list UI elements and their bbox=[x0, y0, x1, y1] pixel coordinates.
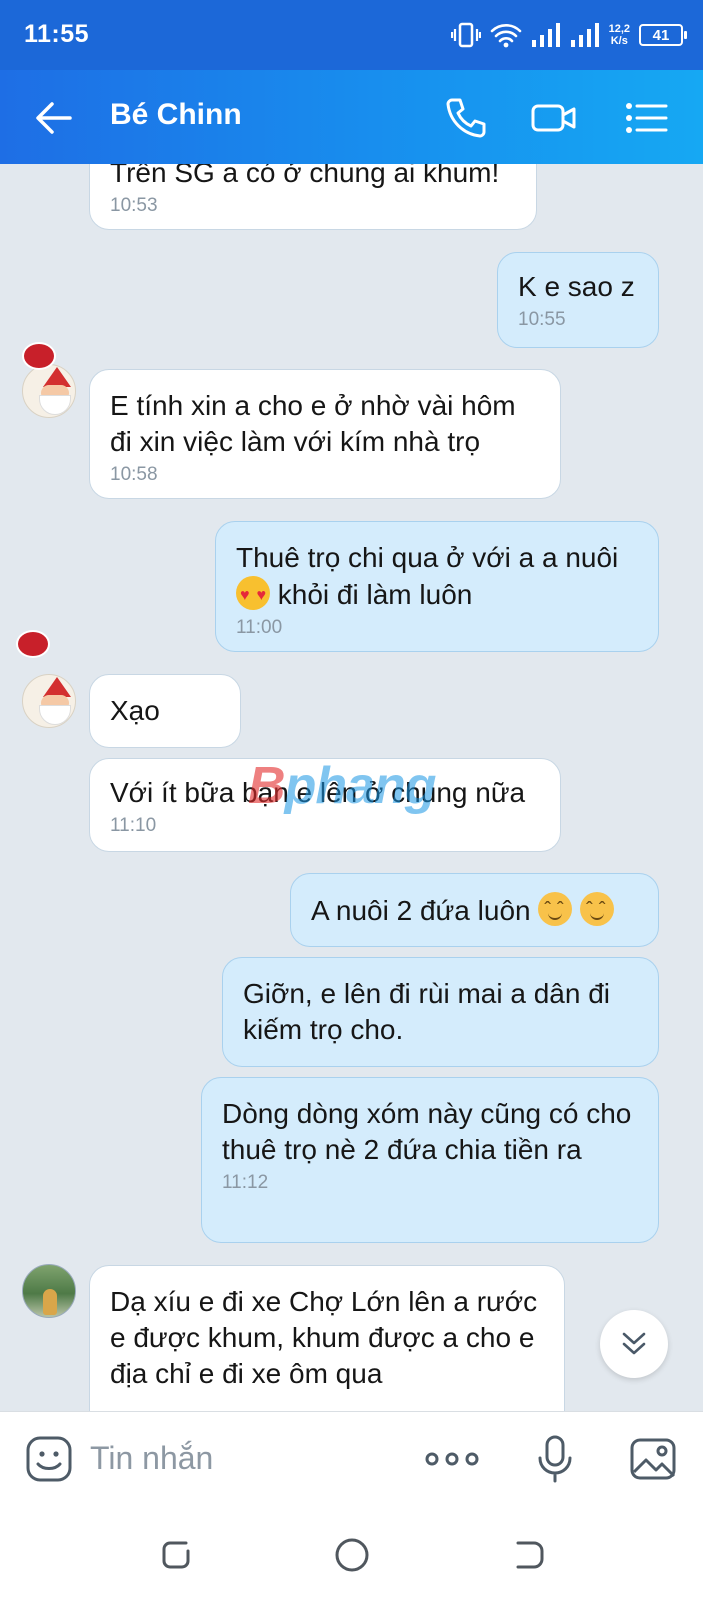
blush-emoji-icon bbox=[538, 892, 573, 928]
image-gallery-icon[interactable] bbox=[628, 1434, 678, 1484]
message-input[interactable]: Tin nhắn bbox=[90, 1440, 213, 1477]
contact-avatar[interactable] bbox=[22, 1264, 76, 1318]
scroll-to-bottom-button[interactable] bbox=[600, 1310, 668, 1378]
microphone-icon[interactable] bbox=[530, 1434, 580, 1484]
sticker-emoji-icon[interactable] bbox=[24, 1434, 74, 1484]
watermark-logo: Bphang bbox=[248, 757, 437, 815]
status-icons: 12,2 K/s 41 bbox=[450, 18, 687, 52]
christmas-badge-icon bbox=[16, 630, 50, 658]
blush-emoji-icon bbox=[580, 892, 615, 928]
message-outgoing[interactable]: K e sao z 10:55 bbox=[497, 252, 659, 348]
vibrate-icon bbox=[450, 22, 481, 48]
video-call-icon[interactable] bbox=[530, 94, 578, 142]
status-bar: 11:55 12,2 K/s 41 bbox=[0, 0, 703, 70]
menu-list-icon[interactable] bbox=[622, 94, 670, 142]
signal-icon bbox=[531, 23, 560, 47]
contact-name[interactable]: Bé Chinn bbox=[110, 98, 242, 132]
message-incoming[interactable]: Xạo bbox=[89, 674, 241, 748]
double-chevron-down-icon bbox=[622, 1332, 646, 1355]
message-incoming[interactable]: E tính xin a cho e ở nhờ vài hôm đi xin … bbox=[89, 369, 561, 499]
recent-apps-icon[interactable] bbox=[156, 1535, 196, 1575]
status-time: 11:55 bbox=[24, 20, 90, 48]
back-nav-icon[interactable] bbox=[508, 1535, 548, 1575]
message-outgoing[interactable]: Giỡn, e lên đi rùi mai a dân đi kiếm trọ… bbox=[222, 957, 659, 1067]
message-input-bar: Tin nhắn bbox=[0, 1411, 703, 1505]
system-nav-bar bbox=[0, 1505, 703, 1600]
wifi-icon bbox=[490, 24, 521, 48]
message-outgoing[interactable]: A nuôi 2 đứa luôn bbox=[290, 873, 659, 947]
contact-avatar[interactable] bbox=[22, 364, 76, 418]
message-incoming[interactable]: Dạ xíu e đi xe Chợ Lớn lên a rước e được… bbox=[89, 1265, 565, 1411]
message-outgoing[interactable]: Thuê trọ chi qua ở với a a nuôi khỏi đi … bbox=[215, 521, 659, 652]
message-outgoing[interactable]: Dòng dòng xóm này cũng có cho thuê trọ n… bbox=[201, 1077, 659, 1243]
contact-avatar[interactable] bbox=[22, 674, 76, 728]
christmas-badge-icon bbox=[22, 342, 56, 370]
signal-2-icon bbox=[570, 23, 599, 47]
message-incoming[interactable]: Trên SG a có ở chung ai khum! 10:53 bbox=[89, 164, 537, 230]
chat-messages[interactable]: Trên SG a có ở chung ai khum! 10:53 K e … bbox=[0, 164, 703, 1411]
heart-eyes-emoji-icon bbox=[236, 576, 270, 614]
phone-icon[interactable] bbox=[442, 94, 490, 142]
more-options-icon[interactable] bbox=[424, 1434, 480, 1484]
home-icon[interactable] bbox=[332, 1535, 372, 1575]
battery-icon: 41 bbox=[639, 24, 687, 46]
network-speed: 12,2 K/s bbox=[608, 23, 630, 47]
chat-header: Bé Chinn bbox=[0, 70, 703, 164]
back-arrow-icon[interactable] bbox=[34, 98, 74, 138]
